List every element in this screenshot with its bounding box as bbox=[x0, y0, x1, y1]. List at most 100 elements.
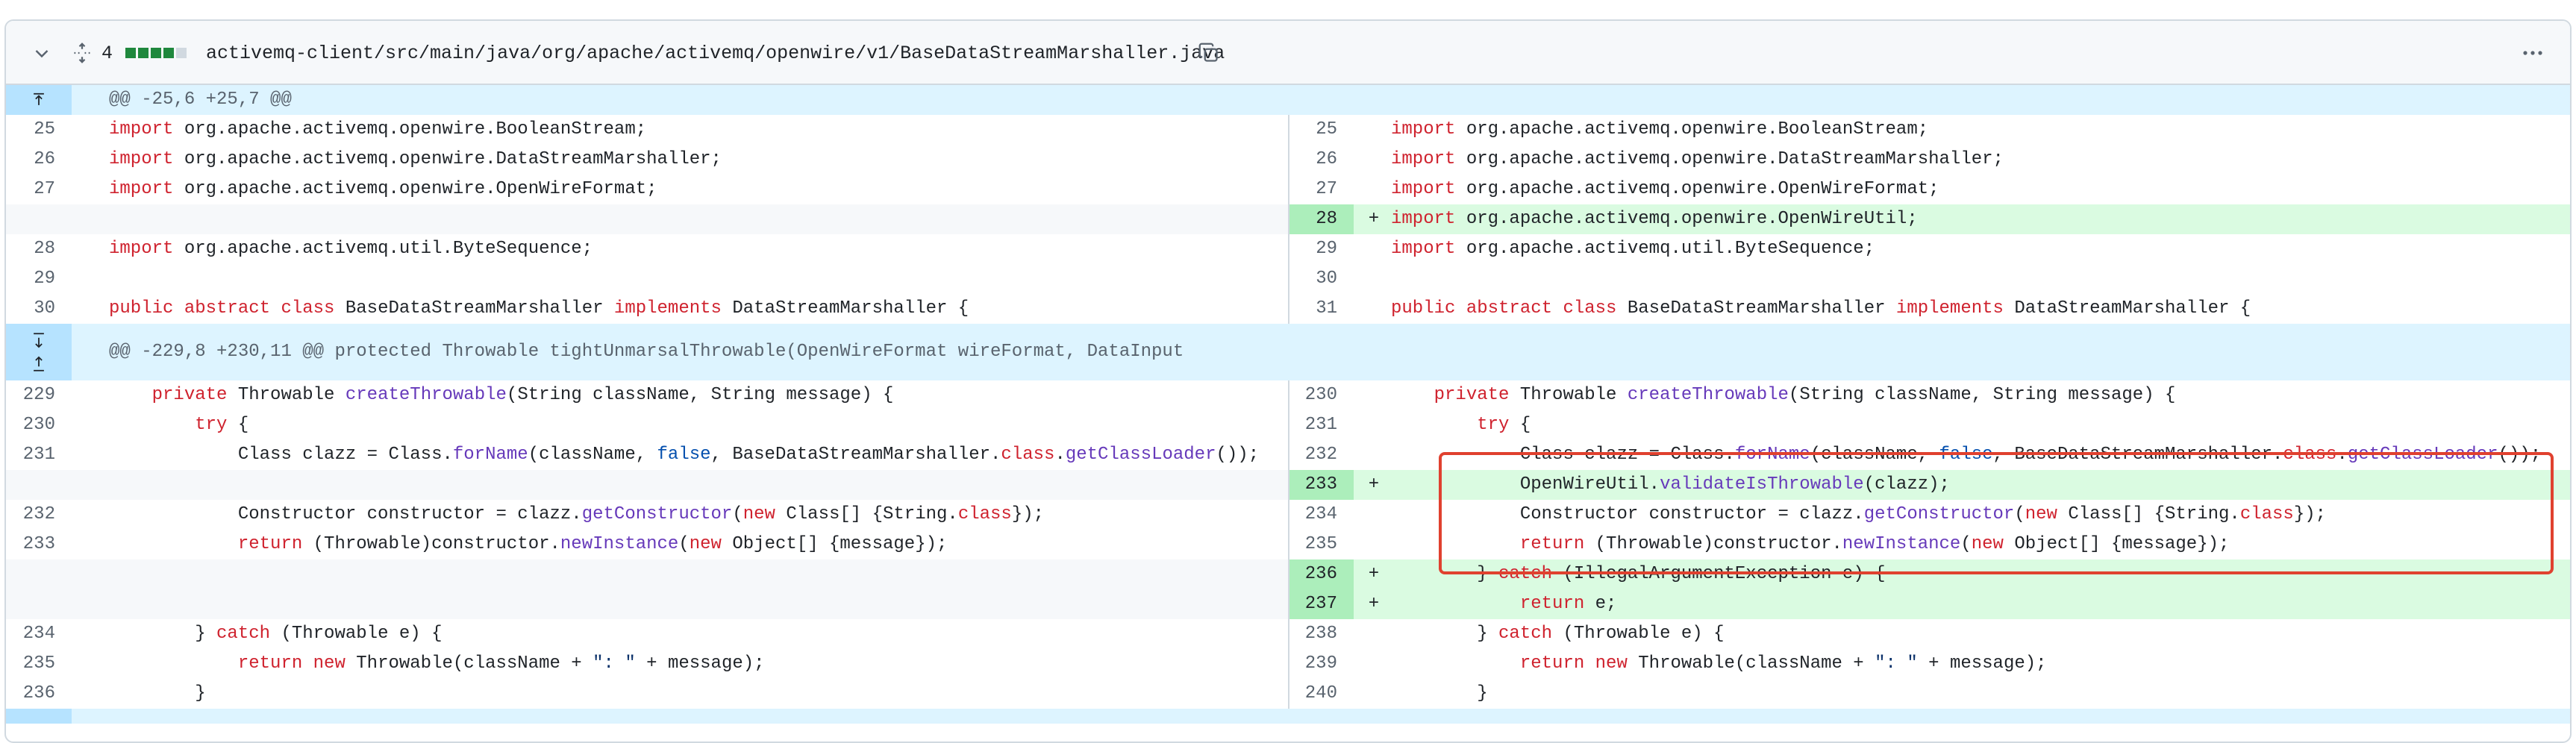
diff-row-addition: 237 return e; + bbox=[6, 589, 2570, 619]
line-number-left[interactable]: 232 bbox=[6, 500, 72, 530]
line-number-left[interactable]: 234 bbox=[6, 619, 72, 649]
diff-row: 230 try { 231 try { bbox=[6, 410, 2570, 440]
code-left: } bbox=[109, 683, 206, 703]
diff-file: 4 activemq-client/src/main/java/org/apac… bbox=[4, 19, 2572, 743]
expand-up-icon[interactable] bbox=[6, 85, 72, 115]
diff-row: 236 } 240 } bbox=[6, 679, 2570, 709]
code-right bbox=[1354, 264, 2570, 294]
diff-row: 234 } catch (Throwable e) { 238 } catch … bbox=[6, 619, 2570, 649]
hunk-header-text: @@ -229,8 +230,11 @@ protected Throwable… bbox=[109, 342, 1184, 362]
code-right: private Throwable createThrowable(String… bbox=[1434, 385, 2176, 405]
line-number-right[interactable]: 30 bbox=[1288, 264, 1354, 294]
diff-row: 25 import org.apache.activemq.openwire.B… bbox=[6, 115, 2570, 145]
code-right: import org.apache.activemq.openwire.Bool… bbox=[1391, 119, 1929, 139]
line-number-left[interactable]: 236 bbox=[6, 679, 72, 709]
code-left bbox=[72, 264, 1288, 294]
line-number-left[interactable]: 26 bbox=[6, 145, 72, 175]
hunk-header-text: @@ -25,6 +25,7 @@ bbox=[109, 90, 292, 110]
line-number-right[interactable]: 29 bbox=[1288, 234, 1354, 264]
file-path[interactable]: activemq-client/src/main/java/org/apache… bbox=[206, 21, 1225, 85]
line-number-left[interactable]: 229 bbox=[6, 380, 72, 410]
diffstat-block bbox=[163, 48, 174, 58]
line-number-left[interactable]: 30 bbox=[6, 294, 72, 324]
line-number-right[interactable]: 25 bbox=[1288, 115, 1354, 145]
diff-row: 26 import org.apache.activemq.openwire.D… bbox=[6, 145, 2570, 175]
line-number-right[interactable]: 31 bbox=[1288, 294, 1354, 324]
diff-row: 235 return new Throwable(className + ": … bbox=[6, 649, 2570, 679]
diff-row: 229 private Throwable createThrowable(St… bbox=[6, 380, 2570, 410]
hunk-footer bbox=[6, 709, 2570, 724]
diff-row: 29 30 bbox=[6, 264, 2570, 294]
empty-left bbox=[6, 559, 1288, 589]
changes-count: 4 bbox=[101, 42, 113, 64]
line-number-left[interactable]: 230 bbox=[6, 410, 72, 440]
chevron-down-icon[interactable] bbox=[33, 21, 55, 85]
line-number-right[interactable]: 240 bbox=[1288, 679, 1354, 709]
empty-left bbox=[6, 204, 1288, 234]
code-right: return e; bbox=[1354, 589, 2570, 619]
code-left: import org.apache.activemq.openwire.Bool… bbox=[109, 119, 647, 139]
line-number-right[interactable]: 239 bbox=[1288, 649, 1354, 679]
line-number-left[interactable]: 231 bbox=[6, 440, 72, 470]
diffstat-block bbox=[138, 48, 149, 58]
line-number-right[interactable]: 28 bbox=[1288, 204, 1354, 234]
expand-down-icon[interactable] bbox=[6, 709, 72, 724]
code-left: private Throwable createThrowable(String… bbox=[151, 385, 894, 405]
line-number-left[interactable]: 25 bbox=[6, 115, 72, 145]
line-number-right[interactable]: 236 bbox=[1288, 559, 1354, 589]
code-right: public abstract class BaseDataStreamMars… bbox=[1391, 298, 2251, 319]
line-number-left[interactable]: 28 bbox=[6, 234, 72, 264]
line-number-right[interactable]: 27 bbox=[1288, 175, 1354, 204]
code-right: } bbox=[1391, 683, 1488, 703]
code-left: public abstract class BaseDataStreamMars… bbox=[109, 298, 969, 319]
line-number-right[interactable]: 237 bbox=[1288, 589, 1354, 619]
kebab-horizontal-icon[interactable] bbox=[2521, 21, 2551, 85]
addition-marker: + bbox=[1368, 594, 1380, 614]
hunk-header: @@ -25,6 +25,7 @@ bbox=[6, 85, 2570, 115]
diffstat-block bbox=[151, 48, 161, 58]
addition-marker: + bbox=[1368, 474, 1380, 495]
empty-left bbox=[6, 470, 1288, 500]
unfold-icon[interactable] bbox=[72, 21, 96, 85]
diff-row: 28 import org.apache.activemq.util.ByteS… bbox=[6, 234, 2570, 264]
addition-marker: + bbox=[1368, 564, 1380, 584]
code-left: import org.apache.activemq.openwire.Open… bbox=[109, 179, 657, 199]
code-right: try { bbox=[1477, 415, 1531, 435]
line-number-right[interactable]: 230 bbox=[1288, 380, 1354, 410]
code-right: } catch (Throwable e) { bbox=[1391, 624, 1725, 644]
line-number-right[interactable]: 238 bbox=[1288, 619, 1354, 649]
code-right: import org.apache.activemq.openwire.Open… bbox=[1391, 179, 1939, 199]
addition-marker: + bbox=[1368, 209, 1380, 229]
code-left: return new Throwable(className + ": " + … bbox=[237, 653, 765, 674]
line-number-left[interactable]: 27 bbox=[6, 175, 72, 204]
line-number-right[interactable]: 26 bbox=[1288, 145, 1354, 175]
code-left: Class clazz = Class.forName(className, f… bbox=[109, 445, 1260, 465]
code-right: import org.apache.activemq.openwire.Open… bbox=[1354, 204, 2570, 234]
code-right: return new Throwable(className + ": " + … bbox=[1519, 653, 2047, 674]
diff-row-addition: 28 import org.apache.activemq.openwire.O… bbox=[6, 204, 2570, 234]
code-right: import org.apache.activemq.util.ByteSequ… bbox=[1391, 239, 1875, 259]
line-number-left[interactable]: 233 bbox=[6, 530, 72, 559]
line-number-right[interactable]: 233 bbox=[1288, 470, 1354, 500]
expand-both-icon[interactable] bbox=[6, 324, 72, 380]
file-header: 4 activemq-client/src/main/java/org/apac… bbox=[6, 21, 2570, 85]
diffstat bbox=[125, 21, 187, 85]
copy-icon[interactable] bbox=[1198, 21, 1225, 85]
diff-row: 30 public abstract class BaseDataStreamM… bbox=[6, 294, 2570, 324]
diffstat-block bbox=[176, 48, 187, 58]
line-number-right[interactable]: 235 bbox=[1288, 530, 1354, 559]
code-left: Constructor constructor = clazz.getConst… bbox=[109, 504, 1045, 524]
line-number-right[interactable]: 234 bbox=[1288, 500, 1354, 530]
diff-row: 27 import org.apache.activemq.openwire.O… bbox=[6, 175, 2570, 204]
code-right: import org.apache.activemq.openwire.Data… bbox=[1391, 149, 2004, 169]
hunk-header: @@ -229,8 +230,11 @@ protected Throwable… bbox=[6, 324, 2570, 380]
line-number-left[interactable]: 235 bbox=[6, 649, 72, 679]
code-left: import org.apache.activemq.openwire.Data… bbox=[109, 149, 722, 169]
code-left: try { bbox=[195, 415, 249, 435]
code-left: return (Throwable)constructor.newInstanc… bbox=[237, 534, 948, 554]
diffstat-block bbox=[125, 48, 136, 58]
line-number-left[interactable]: 29 bbox=[6, 264, 72, 294]
line-number-right[interactable]: 232 bbox=[1288, 440, 1354, 470]
line-number-right[interactable]: 231 bbox=[1288, 410, 1354, 440]
code-left: import org.apache.activemq.util.ByteSequ… bbox=[109, 239, 593, 259]
